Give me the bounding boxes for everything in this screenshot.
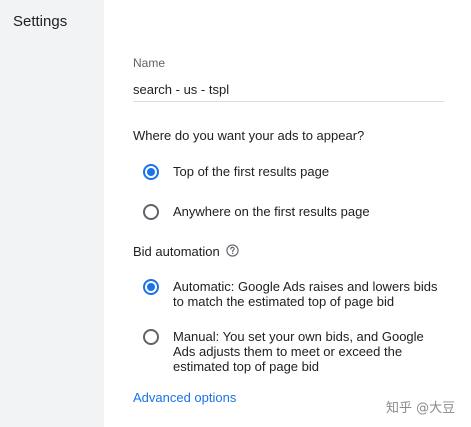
watermark-text: 知乎 @大豆 — [386, 401, 456, 416]
placement-option-top-label: Top of the first results page — [173, 164, 330, 179]
bid-option-manual-label: Manual: You set your own bids, and Googl… — [173, 329, 424, 374]
advanced-options-link[interactable]: Advanced options — [133, 390, 236, 405]
name-field-label: Name — [133, 56, 166, 70]
name-input[interactable] — [133, 77, 444, 102]
bid-option-automatic[interactable]: Automatic: Google Ads raises and lowers … — [143, 279, 448, 309]
bid-option-automatic-label: Automatic: Google Ads raises and lowers … — [173, 279, 438, 309]
question-circle-icon[interactable] — [226, 243, 239, 257]
settings-side-panel — [0, 0, 104, 427]
radio-button-unselected[interactable] — [143, 204, 159, 220]
bid-automation-label: Bid automation — [133, 244, 220, 259]
radio-button-selected[interactable] — [143, 164, 159, 180]
ad-placement-question: Where do you want your ads to appear? — [133, 128, 365, 143]
radio-button-unselected[interactable] — [143, 329, 159, 345]
section-title: Settings — [13, 13, 68, 30]
radio-button-selected[interactable] — [143, 279, 159, 295]
bid-automation-heading: Bid automation — [133, 243, 239, 259]
placement-option-top[interactable]: Top of the first results page — [143, 164, 448, 180]
placement-option-anywhere[interactable]: Anywhere on the first results page — [143, 204, 448, 220]
placement-option-anywhere-label: Anywhere on the first results page — [173, 204, 370, 219]
bid-option-manual[interactable]: Manual: You set your own bids, and Googl… — [143, 329, 448, 374]
